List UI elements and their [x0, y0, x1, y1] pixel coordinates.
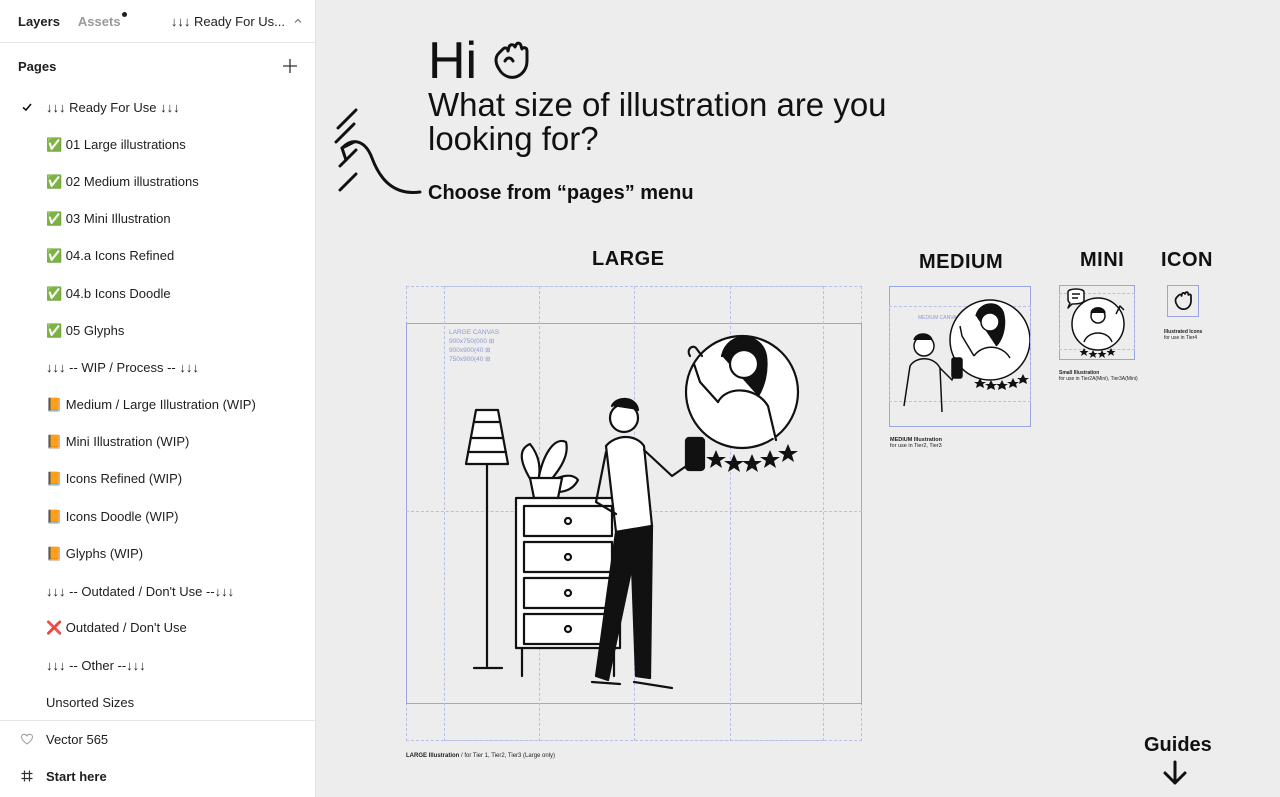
tab-assets[interactable]: Assets	[77, 11, 127, 29]
large-caption-title: LARGE Illustration	[406, 753, 460, 759]
label-mini: MINI	[1080, 249, 1125, 271]
greeting-heading: Hi	[428, 34, 533, 88]
medium-caption: MEDIUM Illustration for use in Tier2, Ti…	[890, 437, 942, 449]
page-item[interactable]: ✅ 02 Medium illustrations	[0, 163, 315, 200]
waving-hand-icon	[1174, 291, 1192, 311]
frame-hash-icon	[21, 770, 33, 782]
page-item[interactable]: 📙 Icons Doodle (WIP)	[0, 498, 315, 535]
pages-header: Pages	[0, 43, 315, 89]
medium-caption-detail: for use in Tier2, Tier3	[890, 443, 942, 449]
layer-row-vector[interactable]: Vector 565	[0, 721, 315, 758]
sidebar-topbar: Layers Assets ↓↓↓ Ready For Us...	[0, 0, 315, 43]
page-item-label: 📙 Glyphs (WIP)	[46, 545, 144, 561]
page-item[interactable]: ✅ 01 Large illustrations	[0, 126, 315, 163]
left-sidebar: Layers Assets ↓↓↓ Ready For Us... Pages …	[0, 0, 316, 797]
page-item-label: ✅ 04.b Icons Doodle	[46, 285, 171, 301]
page-item-label: 📙 Medium / Large Illustration (WIP)	[46, 397, 256, 413]
assets-notification-dot	[121, 11, 127, 17]
layer-label: Start here	[46, 769, 107, 784]
hand-drawn-arrow-icon	[334, 108, 422, 194]
pages-title: Pages	[18, 58, 57, 74]
page-item-label: Unsorted Sizes	[46, 695, 135, 711]
page-item[interactable]: ✅ 05 Glyphs	[0, 312, 315, 349]
page-item[interactable]: 📙 Mini Illustration (WIP)	[0, 424, 315, 461]
page-item-label: ✅ 04.a Icons Refined	[46, 248, 175, 264]
page-item-label: ↓↓↓ -- Other --↓↓↓	[46, 657, 146, 673]
page-item[interactable]: 📙 Glyphs (WIP)	[0, 535, 315, 572]
headline-question: What size of illustration are you lookin…	[428, 86, 887, 157]
page-item-label: ✅ 05 Glyphs	[46, 322, 125, 338]
heart-outline-icon	[20, 733, 34, 745]
label-medium: MEDIUM	[919, 251, 1004, 273]
page-item-label: ↓↓↓ -- Outdated / Don't Use --↓↓↓	[46, 583, 235, 599]
layer-label: Vector 565	[46, 732, 109, 747]
label-icon: ICON	[1161, 249, 1213, 271]
page-item[interactable]: ↓↓↓ -- WIP / Process -- ↓↓↓	[0, 349, 315, 386]
page-item-label: ✅ 02 Medium illustrations	[46, 173, 199, 189]
guides-label: Guides	[1144, 734, 1212, 756]
design-canvas[interactable]: Hi What size of illustration are you loo…	[316, 0, 1280, 797]
page-item[interactable]: ✅ 04.a Icons Refined	[0, 238, 315, 275]
mini-illustration-image[interactable]	[1064, 286, 1130, 358]
large-caption: LARGE Illustration / for Tier 1, Tier2, …	[406, 753, 555, 760]
page-item[interactable]: ↓↓↓ -- Other --↓↓↓	[0, 647, 315, 684]
chevron-up-icon	[294, 18, 302, 23]
page-item-ready-for-use[interactable]: ↓↓↓ Ready For Use ↓↓↓	[0, 89, 315, 126]
page-item-label: 📙 Mini Illustration (WIP)	[46, 434, 190, 450]
mini-caption-detail: for use in Tier2A(Mini), Tier3A(Mini)	[1059, 376, 1138, 382]
tab-layers[interactable]: Layers	[18, 14, 60, 29]
icon-caption-detail: for use in Tier4	[1164, 335, 1198, 341]
medium-illustration-image[interactable]	[890, 296, 1030, 420]
page-item-label: ❌ Outdated / Don't Use	[46, 620, 187, 636]
label-large: LARGE	[592, 248, 665, 270]
page-item-label: ↓↓↓ -- WIP / Process -- ↓↓↓	[46, 360, 199, 376]
page-item[interactable]: ✅ 04.b Icons Doodle	[0, 275, 315, 312]
page-item-label: ✅ 01 Large illustrations	[46, 136, 186, 152]
page-item[interactable]: 📙 Medium / Large Illustration (WIP)	[0, 387, 315, 424]
page-item[interactable]: ❌ Outdated / Don't Use	[0, 610, 315, 647]
page-item[interactable]: ↓↓↓ -- Outdated / Don't Use --↓↓↓	[0, 572, 315, 609]
checkmark-icon	[22, 103, 32, 112]
current-page-selector[interactable]: ↓↓↓ Ready For Us...	[171, 14, 303, 29]
page-list: ↓↓↓ Ready For Use ↓↓↓ ✅ 01 Large illustr…	[0, 89, 315, 721]
large-illustration-image[interactable]	[446, 326, 826, 704]
mini-caption: Small Illustration for use in Tier2A(Min…	[1059, 370, 1138, 382]
large-caption-detail: / for Tier 1, Tier2, Tier3 (Large only)	[459, 753, 556, 759]
page-item[interactable]: ✅ 03 Mini Illustration	[0, 201, 315, 238]
waving-hand-icon	[494, 41, 529, 79]
greeting-text: Hi	[428, 32, 478, 90]
layers-section: Vector 565 Start here	[0, 720, 315, 795]
icon-caption: Illustrated Icons for use in Tier4	[1164, 329, 1202, 341]
page-item-label: 📙 Icons Doodle (WIP)	[46, 508, 179, 524]
add-page-icon[interactable]	[281, 57, 299, 75]
tab-assets-label: Assets	[77, 13, 121, 29]
layer-row-start-here[interactable]: Start here	[0, 758, 315, 795]
page-item[interactable]: Unsorted Sizes	[0, 684, 315, 721]
current-page-label: ↓↓↓ Ready For Us...	[170, 13, 285, 29]
page-item-label: 📙 Icons Refined (WIP)	[46, 471, 183, 487]
page-item[interactable]: 📙 Icons Refined (WIP)	[0, 461, 315, 498]
page-item-label: ✅ 03 Mini Illustration	[46, 211, 171, 227]
arrow-down-icon	[1163, 760, 1187, 785]
subline-instruction: Choose from “pages” menu	[428, 182, 694, 204]
page-item-label: ↓↓↓ Ready For Use ↓↓↓	[46, 100, 180, 116]
